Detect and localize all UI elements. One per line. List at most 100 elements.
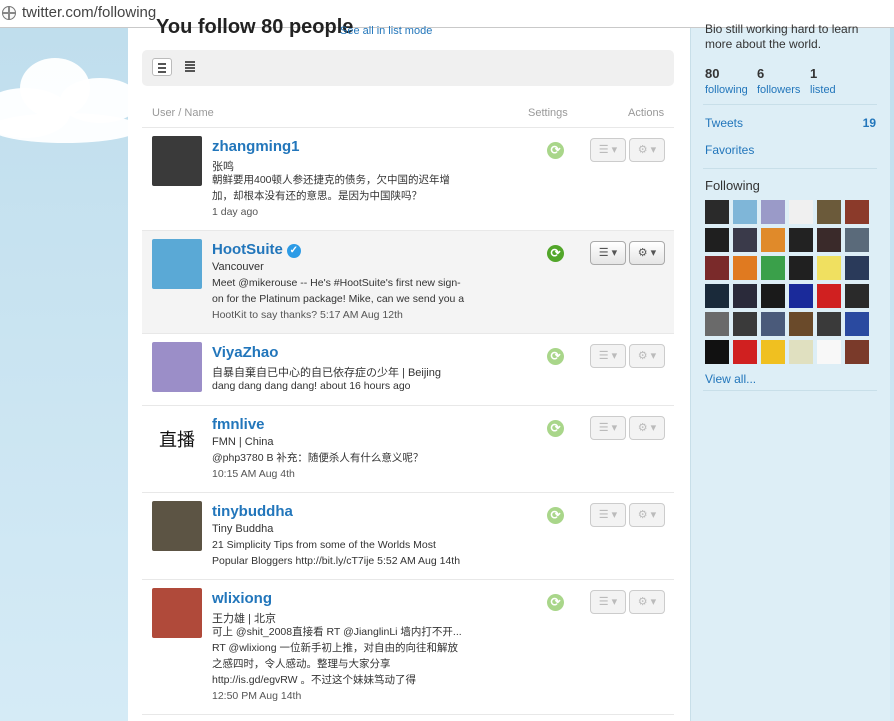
- following-avatar[interactable]: [845, 200, 869, 224]
- following-avatar[interactable]: [817, 256, 841, 280]
- compact-view-button[interactable]: [180, 58, 200, 76]
- stat-listed[interactable]: 1 listed: [810, 66, 836, 96]
- address-url[interactable]: twitter.com/following: [22, 4, 156, 21]
- following-avatar[interactable]: [845, 340, 869, 364]
- avatar[interactable]: [152, 239, 202, 289]
- tweets-count[interactable]: 19: [863, 116, 876, 130]
- list-item[interactable]: HootSuite ✓ Vancouver Meet @mikerouse -- He…: [142, 231, 674, 334]
- tweet-line: 21 Simplicity Tips from some of the Worl…: [212, 539, 436, 551]
- following-avatar[interactable]: [817, 284, 841, 308]
- following-avatar[interactable]: [817, 340, 841, 364]
- sidebar-divider: [703, 390, 877, 391]
- following-avatar[interactable]: [705, 312, 729, 336]
- following-avatar[interactable]: [761, 256, 785, 280]
- list-item[interactable]: ViyaZhao 自暴自棄自已中心的自已依存症の少年 | Beijing dang …: [142, 334, 674, 406]
- avatar[interactable]: [152, 501, 202, 551]
- following-avatar[interactable]: [761, 228, 785, 252]
- list-item[interactable]: zhangming1 张鸣 朝鲜要用400顿人参还捷克的债务，欠中国的迟年增 加，却根…: [142, 128, 674, 231]
- list-menu-button[interactable]: ☰ ▾: [590, 344, 626, 368]
- list-item[interactable]: wlixiong 王力雄 | 北京 可上 @shit_2008直接看 RT @Jia…: [142, 580, 674, 715]
- list-item[interactable]: tinybuddha Tiny Buddha 21 Simplicity Tips …: [142, 493, 674, 580]
- username-link[interactable]: tinybuddha: [212, 503, 293, 520]
- list-menu-button[interactable]: ☰ ▾: [590, 590, 626, 614]
- list-item[interactable]: 直播 fmnlive FMN | China @php3780 B 补充：随便杀人有什…: [142, 406, 674, 493]
- retweets-toggle-icon[interactable]: ⟳: [547, 594, 564, 611]
- avatar-text: 直播: [159, 430, 195, 451]
- following-avatar[interactable]: [761, 284, 785, 308]
- user-actions-gear-button[interactable]: ⚙ ▾: [629, 138, 665, 162]
- following-avatar[interactable]: [705, 200, 729, 224]
- listed-label[interactable]: listed: [810, 84, 836, 96]
- list-menu-button[interactable]: ☰ ▾: [590, 416, 626, 440]
- tweet-line: Meet @mikerouse -- He's #HootSuite's fir…: [212, 277, 461, 289]
- following-avatar[interactable]: [705, 256, 729, 280]
- following-avatar[interactable]: [789, 200, 813, 224]
- stat-followers[interactable]: 6 followers: [757, 66, 800, 96]
- detailed-view-button[interactable]: [152, 58, 172, 76]
- stat-following[interactable]: 80 following: [705, 66, 748, 96]
- avatar[interactable]: [152, 136, 202, 186]
- following-avatar[interactable]: [817, 200, 841, 224]
- list-menu-button[interactable]: ☰ ▾: [590, 241, 626, 265]
- following-avatar[interactable]: [761, 312, 785, 336]
- list-menu-button[interactable]: ☰ ▾: [590, 138, 626, 162]
- retweets-toggle-icon[interactable]: ⟳: [547, 420, 564, 437]
- username-link[interactable]: ViyaZhao: [212, 344, 278, 361]
- following-avatar[interactable]: [733, 284, 757, 308]
- username-text[interactable]: fmnlive: [212, 416, 265, 433]
- tweets-link[interactable]: Tweets: [705, 116, 743, 130]
- following-avatar[interactable]: [733, 340, 757, 364]
- following-avatar[interactable]: [789, 340, 813, 364]
- username-link[interactable]: fmnlive: [212, 416, 265, 433]
- avatar[interactable]: [152, 342, 202, 392]
- list-menu-button[interactable]: ☰ ▾: [590, 503, 626, 527]
- following-avatar[interactable]: [733, 256, 757, 280]
- following-avatar[interactable]: [761, 200, 785, 224]
- tweet-timestamp[interactable]: 12:50 PM Aug 14th: [212, 688, 482, 704]
- following-avatar[interactable]: [845, 284, 869, 308]
- view-all-link[interactable]: View all...: [705, 372, 756, 386]
- retweets-toggle-icon[interactable]: ⟳: [547, 507, 564, 524]
- following-avatar[interactable]: [789, 284, 813, 308]
- following-avatar[interactable]: [789, 228, 813, 252]
- following-avatar[interactable]: [789, 256, 813, 280]
- following-avatar[interactable]: [761, 340, 785, 364]
- following-avatar[interactable]: [733, 312, 757, 336]
- list-mode-link[interactable]: See all in list mode: [340, 25, 432, 37]
- following-avatar[interactable]: [733, 200, 757, 224]
- retweets-toggle-icon[interactable]: ⟳: [547, 348, 564, 365]
- username-link[interactable]: wlixiong: [212, 590, 272, 607]
- avatar[interactable]: [152, 588, 202, 638]
- following-avatar[interactable]: [705, 228, 729, 252]
- following-label[interactable]: following: [705, 84, 748, 96]
- username-text[interactable]: zhangming1: [212, 138, 300, 155]
- username-text[interactable]: tinybuddha: [212, 503, 293, 520]
- tweet-timestamp[interactable]: HootKit to say thanks? 5:17 AM Aug 12th: [212, 307, 482, 323]
- following-avatar[interactable]: [705, 340, 729, 364]
- user-actions-gear-button[interactable]: ⚙ ▾: [629, 241, 665, 265]
- retweets-toggle-icon[interactable]: ⟳: [547, 142, 564, 159]
- username-text[interactable]: HootSuite: [212, 241, 283, 258]
- following-avatar[interactable]: [845, 228, 869, 252]
- user-actions-gear-button[interactable]: ⚙ ▾: [629, 416, 665, 440]
- following-avatar[interactable]: [845, 312, 869, 336]
- avatar[interactable]: 直播: [152, 414, 202, 464]
- username-link[interactable]: HootSuite ✓: [212, 241, 301, 258]
- username-text[interactable]: ViyaZhao: [212, 344, 278, 361]
- user-actions-gear-button[interactable]: ⚙ ▾: [629, 590, 665, 614]
- username-text[interactable]: wlixiong: [212, 590, 272, 607]
- username-link[interactable]: zhangming1: [212, 138, 300, 155]
- user-actions-gear-button[interactable]: ⚙ ▾: [629, 344, 665, 368]
- following-avatar[interactable]: [705, 284, 729, 308]
- following-avatar[interactable]: [789, 312, 813, 336]
- favorites-link[interactable]: Favorites: [705, 143, 754, 157]
- following-avatar[interactable]: [733, 228, 757, 252]
- followers-label[interactable]: followers: [757, 84, 800, 96]
- following-avatar[interactable]: [817, 228, 841, 252]
- retweets-toggle-icon[interactable]: ⟳: [547, 245, 564, 262]
- following-avatar[interactable]: [845, 256, 869, 280]
- tweet-timestamp[interactable]: 1 day ago: [212, 204, 482, 220]
- following-avatar[interactable]: [817, 312, 841, 336]
- tweet-timestamp[interactable]: 10:15 AM Aug 4th: [212, 466, 482, 482]
- user-actions-gear-button[interactable]: ⚙ ▾: [629, 503, 665, 527]
